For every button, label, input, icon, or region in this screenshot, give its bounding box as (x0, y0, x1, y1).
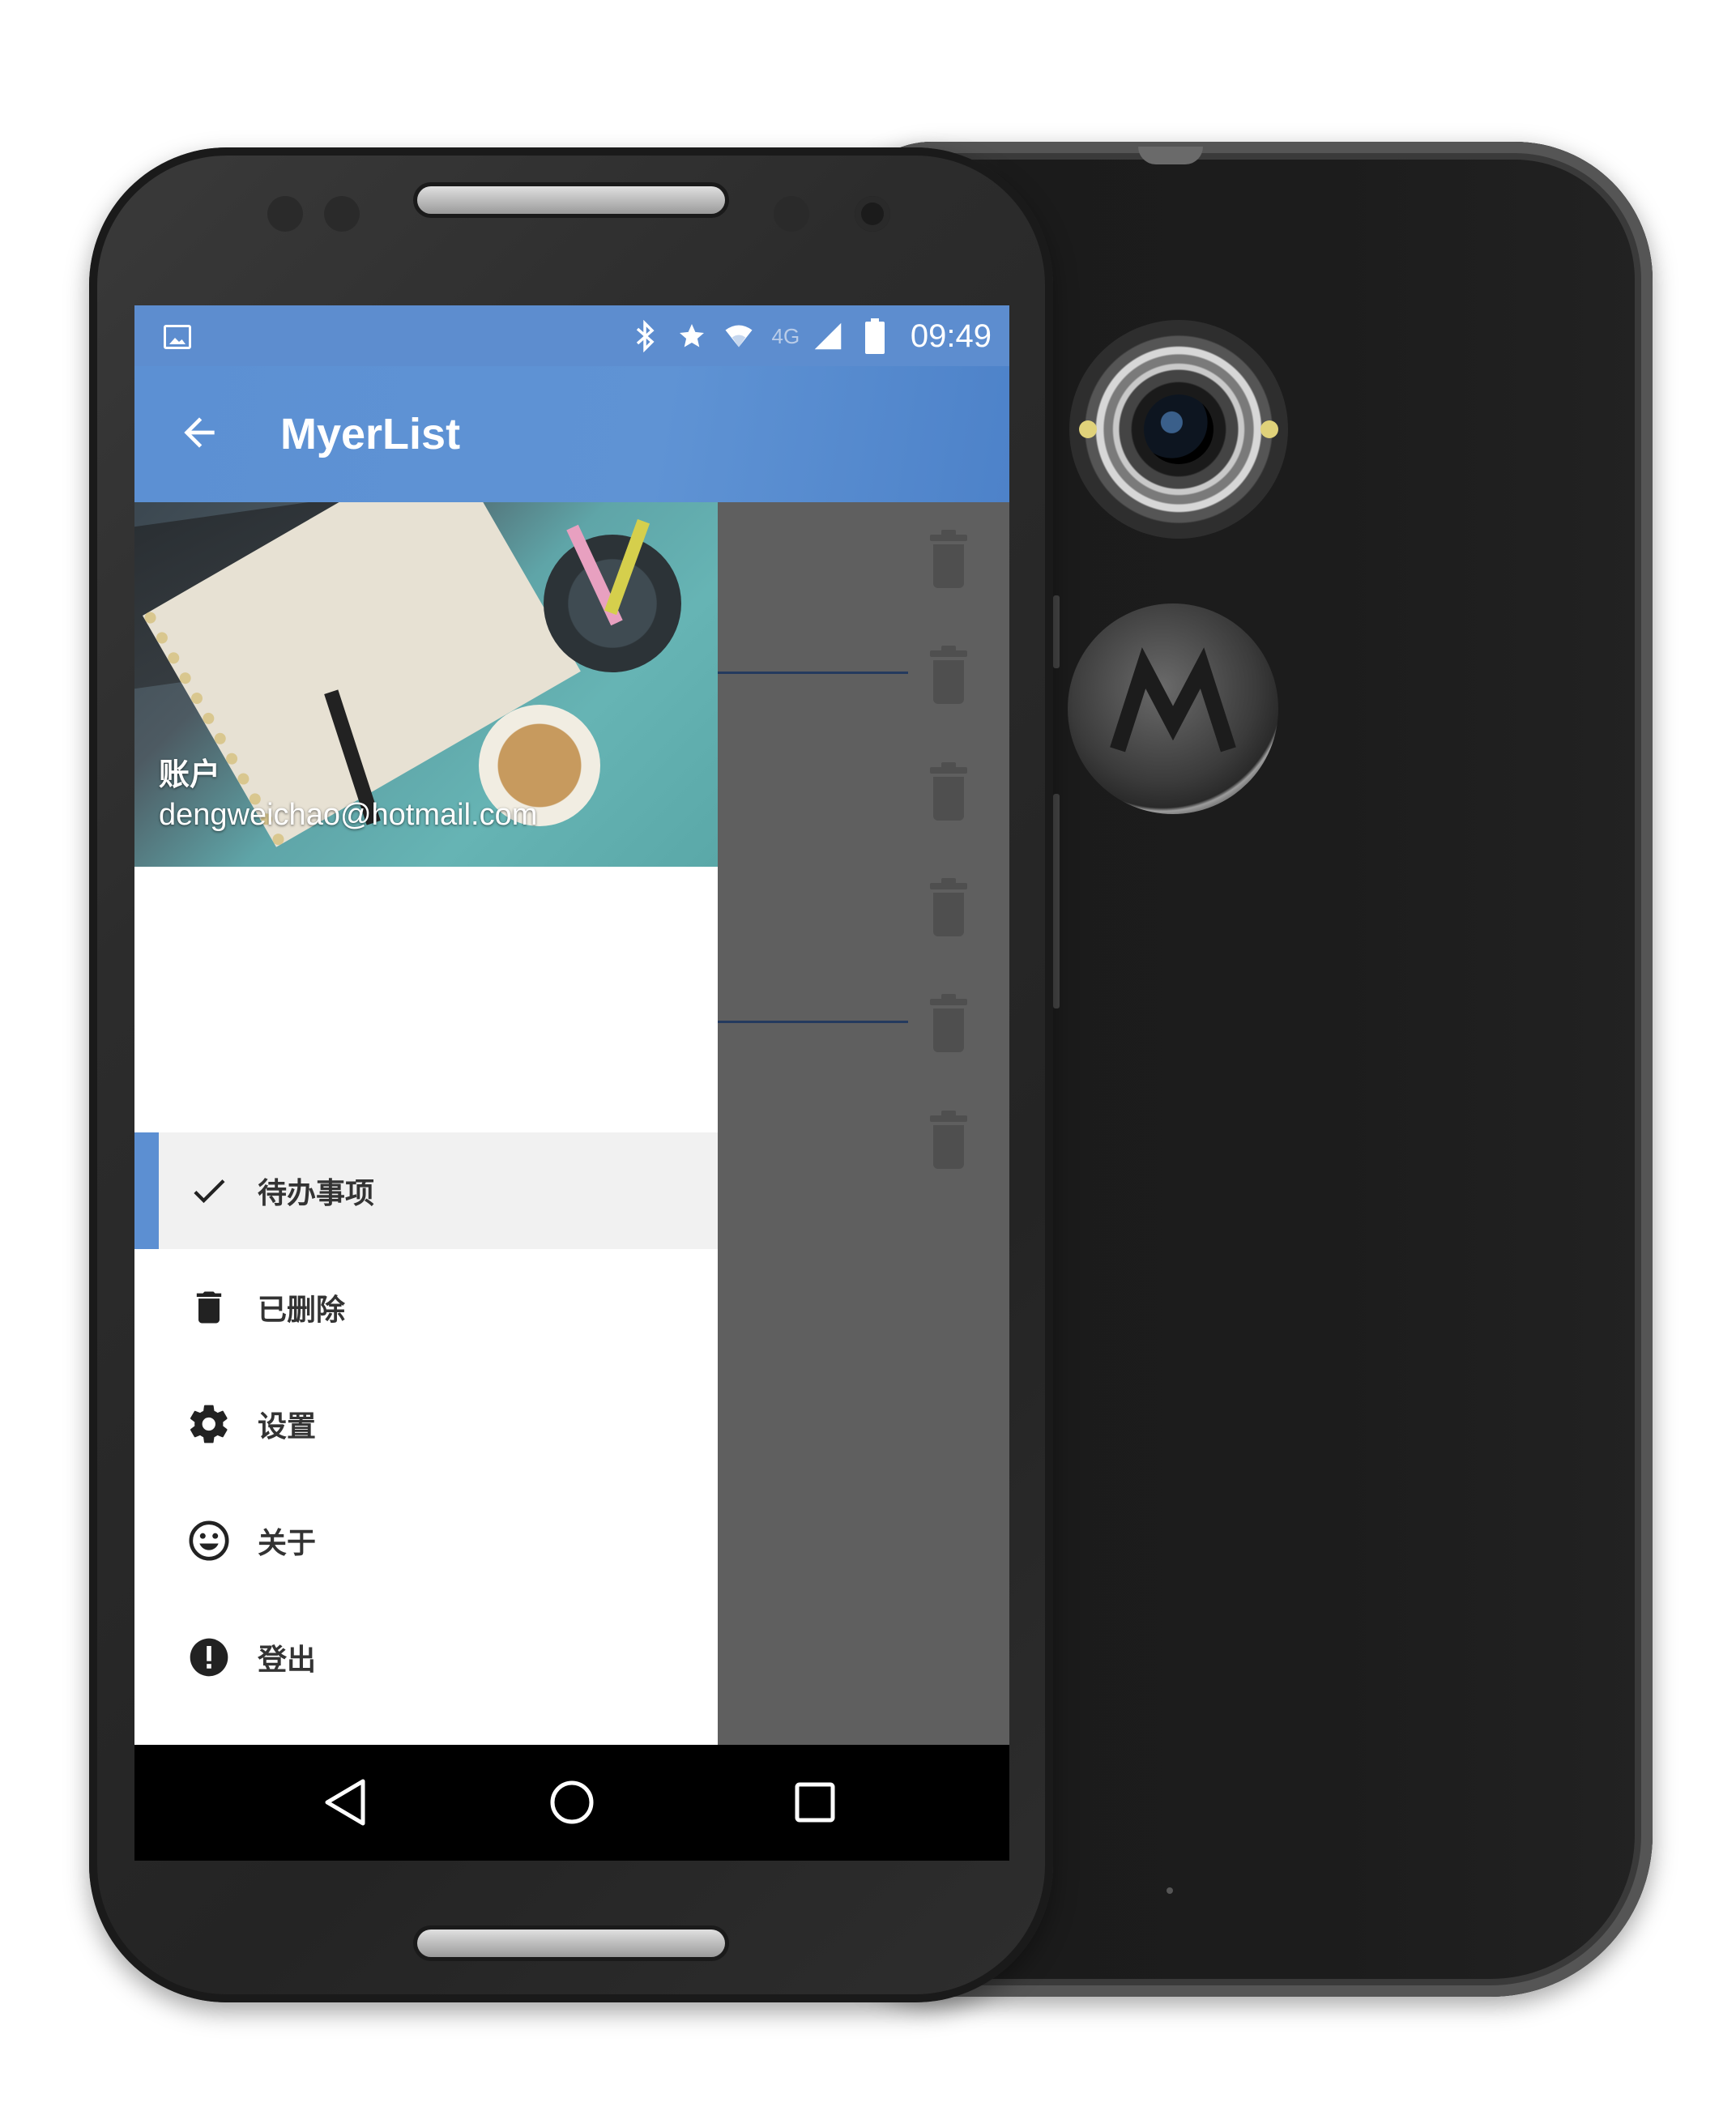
alert-icon (185, 1633, 233, 1682)
list-divider (718, 672, 908, 674)
system-navigation-bar (134, 1745, 1009, 1861)
phone-top-notch (1138, 147, 1203, 164)
menu-item-label: 设置 (258, 1409, 317, 1443)
side-button-power (1053, 595, 1060, 668)
account-label: 账户 (159, 758, 221, 792)
account-email[interactable]: dengweichao@hotmail.com (159, 798, 537, 833)
motorola-logo (1068, 603, 1278, 814)
menu-item-todo[interactable]: 待办事项 (134, 1132, 718, 1249)
trash-icon[interactable] (928, 646, 969, 704)
network-type-label: 4G (771, 323, 800, 348)
image-icon (164, 325, 191, 349)
app-title: MyerList (280, 410, 461, 458)
trash-icon[interactable] (928, 762, 969, 821)
light-sensor (324, 196, 360, 232)
top-speaker-grille (417, 186, 725, 214)
battery-icon (860, 318, 889, 354)
menu-item-label: 登出 (258, 1643, 317, 1676)
trash-icon[interactable] (928, 1111, 969, 1169)
gear-icon (185, 1400, 233, 1448)
menu-item-label: 已删除 (258, 1293, 346, 1326)
proximity-sensor (267, 196, 303, 232)
nav-recents-icon[interactable] (787, 1774, 843, 1831)
star-icon (677, 320, 706, 352)
app-bar: MyerList (134, 366, 1009, 502)
navigation-drawer: 账户 dengweichao@hotmail.com 待办事项 已删除 设置 关… (134, 502, 718, 1745)
nav-home-icon[interactable] (544, 1774, 600, 1831)
bottom-speaker-grille (417, 1930, 725, 1957)
status-bar: 4G 09:49 (134, 305, 1009, 366)
status-time: 09:49 (910, 318, 992, 354)
nav-back-icon[interactable] (317, 1774, 373, 1831)
back-microphone (1167, 1887, 1173, 1894)
ir-sensor (774, 196, 809, 232)
arrow-left-icon[interactable] (177, 400, 233, 465)
wifi-icon (724, 320, 753, 352)
rear-camera (1069, 320, 1288, 539)
menu-item-label: 待办事项 (258, 1176, 375, 1209)
check-icon (185, 1166, 233, 1215)
smiley-icon (185, 1516, 233, 1565)
menu-item-about[interactable]: 关于 (134, 1482, 718, 1599)
menu-item-settings[interactable]: 设置 (134, 1366, 718, 1482)
trash-icon[interactable] (928, 878, 969, 936)
flash-led-right (1260, 420, 1278, 438)
menu-item-logout[interactable]: 登出 (134, 1599, 718, 1716)
menu-item-label: 关于 (258, 1526, 317, 1559)
trash-icon[interactable] (928, 530, 969, 588)
drawer-header: 账户 dengweichao@hotmail.com (134, 502, 718, 867)
bluetooth-icon (630, 320, 659, 352)
signal-icon (813, 320, 842, 352)
status-icons: 4G 09:49 (630, 313, 992, 359)
phone-front-shell: 4G 09:49 MyerList 账户 dengweichao@hotmail… (89, 147, 1053, 2002)
phone-screen: 4G 09:49 MyerList 账户 dengweichao@hotmail… (134, 305, 1009, 1861)
drawer-menu: 待办事项 已删除 设置 关于 登出 (134, 1132, 718, 1716)
trash-icon (185, 1283, 233, 1332)
side-button-volume (1053, 794, 1060, 1008)
flash-led-left (1079, 420, 1097, 438)
menu-item-deleted[interactable]: 已删除 (134, 1249, 718, 1366)
rear-camera-lens (1144, 394, 1213, 464)
trash-icon[interactable] (928, 994, 969, 1052)
front-camera (855, 196, 890, 232)
list-divider (718, 1021, 908, 1023)
